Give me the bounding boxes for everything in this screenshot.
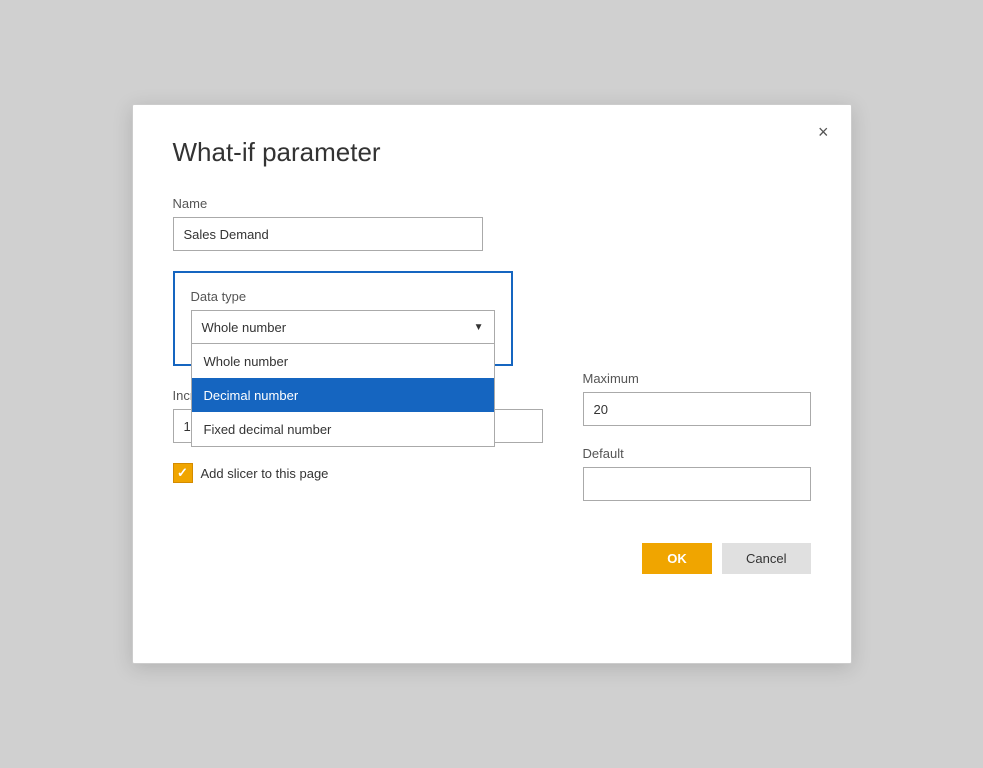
dialog-footer: OK Cancel: [173, 543, 811, 574]
datatype-select[interactable]: Whole number ▼: [191, 310, 495, 344]
what-if-dialog: × What-if parameter Name Data type Whole…: [132, 104, 852, 664]
checkmark-icon: ✓: [177, 465, 188, 481]
datatype-selected-value: Whole number: [202, 320, 287, 335]
datatype-section: Data type Whole number ▼ Whole number De…: [173, 271, 513, 366]
slicer-checkbox[interactable]: ✓: [173, 463, 193, 483]
default-input[interactable]: [583, 467, 811, 501]
name-label: Name: [173, 196, 811, 211]
content-area: Data type Whole number ▼ Whole number De…: [173, 271, 811, 523]
cancel-button[interactable]: Cancel: [722, 543, 810, 574]
close-button[interactable]: ×: [812, 119, 835, 145]
maximum-label: Maximum: [583, 371, 811, 386]
left-panel: Data type Whole number ▼ Whole number De…: [173, 271, 543, 523]
option-decimal-number[interactable]: Decimal number: [192, 378, 494, 412]
name-input[interactable]: [173, 217, 483, 251]
datatype-dropdown: Whole number Decimal number Fixed decima…: [191, 344, 495, 447]
right-panel: Maximum Default: [583, 271, 811, 523]
default-label: Default: [583, 446, 811, 461]
default-group: Default: [583, 446, 811, 501]
maximum-group: Maximum: [583, 371, 811, 426]
slicer-checkbox-row: ✓ Add slicer to this page: [173, 463, 543, 483]
datatype-select-container: Whole number ▼ Whole number Decimal numb…: [191, 310, 495, 344]
dialog-title: What-if parameter: [173, 137, 811, 168]
maximum-input[interactable]: [583, 392, 811, 426]
ok-button[interactable]: OK: [642, 543, 712, 574]
option-whole-number[interactable]: Whole number: [192, 344, 494, 378]
datatype-label: Data type: [191, 289, 495, 304]
slicer-checkbox-label: Add slicer to this page: [201, 466, 329, 481]
dropdown-arrow-icon: ▼: [474, 322, 484, 333]
option-fixed-decimal-number[interactable]: Fixed decimal number: [192, 412, 494, 446]
